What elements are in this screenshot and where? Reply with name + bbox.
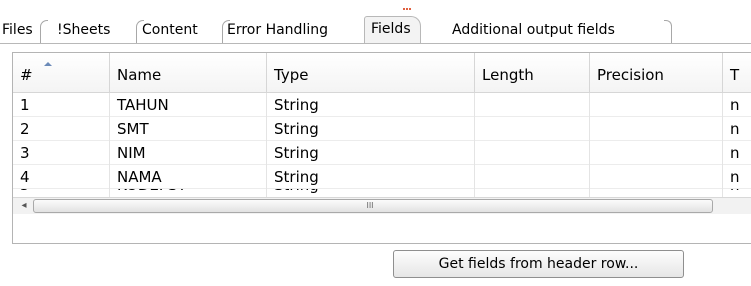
cell-type[interactable]: String xyxy=(267,189,475,197)
tab-sheets[interactable]: !Sheets xyxy=(57,18,110,44)
cell-name[interactable]: NAMA xyxy=(110,165,267,189)
cell-precision[interactable] xyxy=(590,189,723,197)
tab-separator xyxy=(40,20,48,44)
cell-length[interactable] xyxy=(475,165,590,189)
cell-number[interactable]: 5 xyxy=(13,189,110,197)
table-header: # Name Type Length Precision T xyxy=(13,53,751,93)
dirty-indicator xyxy=(403,8,411,11)
cell-length[interactable] xyxy=(475,117,590,141)
column-header-number[interactable]: # xyxy=(13,53,110,93)
table-row[interactable]: 3 NIM String n xyxy=(13,141,751,165)
tab-bar: Files !Sheets Content Error Handling Fie… xyxy=(0,8,751,44)
horizontal-scrollbar[interactable]: ◂ III xyxy=(13,197,751,214)
tab-content[interactable]: Content xyxy=(142,18,198,44)
cell-trim[interactable]: n xyxy=(723,141,751,165)
table-row[interactable]: 1 TAHUN String n xyxy=(13,93,751,117)
column-header-precision[interactable]: Precision xyxy=(590,53,723,93)
column-header-type[interactable]: Type xyxy=(267,53,475,93)
cell-name[interactable]: NIM xyxy=(110,141,267,165)
cell-precision[interactable] xyxy=(590,93,723,117)
cell-trim[interactable]: n xyxy=(723,117,751,141)
table-row[interactable]: 4 NAMA String n xyxy=(13,165,751,189)
get-fields-from-header-row-button[interactable]: Get fields from header row... xyxy=(393,250,684,278)
cell-type[interactable]: String xyxy=(267,117,475,141)
tab-fields[interactable]: Fields xyxy=(364,16,421,44)
cell-name[interactable]: TAHUN xyxy=(110,93,267,117)
tab-end-edge xyxy=(664,20,672,44)
cell-type[interactable]: String xyxy=(267,165,475,189)
table-row-partial[interactable]: 5 KODEPST String n xyxy=(13,189,751,197)
column-header-length[interactable]: Length xyxy=(475,53,590,93)
cell-length[interactable] xyxy=(475,141,590,165)
cell-precision[interactable] xyxy=(590,141,723,165)
tab-additional-output-fields[interactable]: Additional output fields xyxy=(452,18,615,44)
cell-trim[interactable]: n xyxy=(723,165,751,189)
scrollbar-thumb[interactable]: III xyxy=(33,199,713,213)
tab-files[interactable]: Files xyxy=(2,18,33,44)
cell-number[interactable]: 2 xyxy=(13,117,110,141)
cell-length[interactable] xyxy=(475,93,590,117)
cell-trim[interactable]: n xyxy=(723,189,751,197)
cell-type[interactable]: String xyxy=(267,141,475,165)
cell-trim[interactable]: n xyxy=(723,93,751,117)
fields-table: # Name Type Length Precision T 1 TAHUN S… xyxy=(12,52,751,244)
cell-type[interactable]: String xyxy=(267,93,475,117)
column-header-name[interactable]: Name xyxy=(110,53,267,93)
column-header-label: # xyxy=(20,66,33,84)
tab-bar-baseline xyxy=(0,43,751,44)
scroll-left-arrow-icon[interactable]: ◂ xyxy=(17,199,31,213)
cell-number[interactable]: 1 xyxy=(13,93,110,117)
cell-name[interactable]: KODEPST xyxy=(110,189,267,197)
cell-number[interactable]: 4 xyxy=(13,165,110,189)
scrollbar-grip-icon: III xyxy=(366,201,374,210)
sort-ascending-icon xyxy=(44,62,52,66)
cell-number[interactable]: 3 xyxy=(13,141,110,165)
cell-precision[interactable] xyxy=(590,165,723,189)
cell-name[interactable]: SMT xyxy=(110,117,267,141)
tab-error-handling[interactable]: Error Handling xyxy=(227,18,328,44)
column-header-trim[interactable]: T xyxy=(723,53,751,93)
cell-precision[interactable] xyxy=(590,117,723,141)
cell-length[interactable] xyxy=(475,189,590,197)
table-row[interactable]: 2 SMT String n xyxy=(13,117,751,141)
